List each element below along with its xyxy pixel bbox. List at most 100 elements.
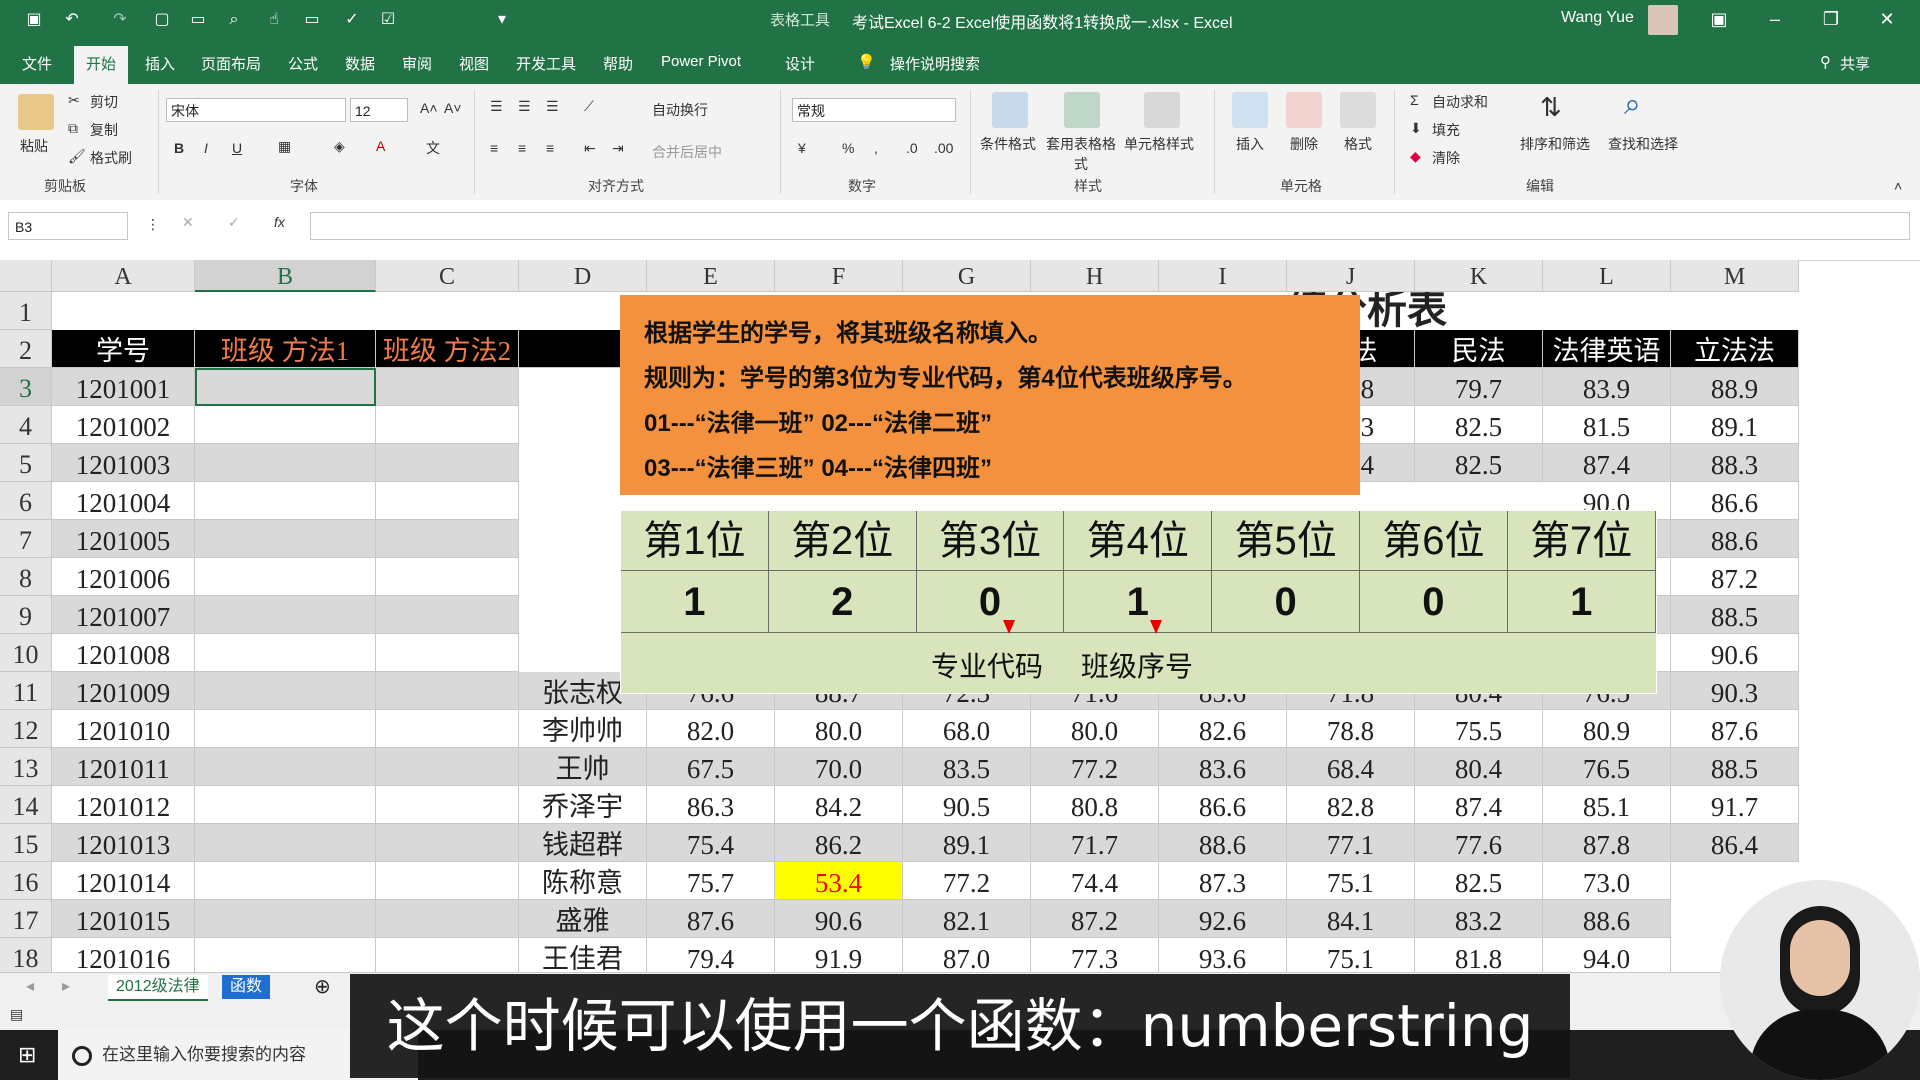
maximize-icon[interactable]: ❐ [1808, 0, 1854, 40]
border-icon[interactable]: ▦ [278, 138, 291, 155]
student-id-cell[interactable]: 1201008 [52, 634, 195, 672]
scroll-right-icon[interactable]: ▸ [54, 975, 78, 999]
check-icon[interactable]: ☑ [376, 8, 400, 32]
format-as-table-button[interactable]: 套用表格格式 [1046, 134, 1116, 174]
sheet-tab-function[interactable]: 函数 [222, 975, 271, 999]
class-method2-cell[interactable] [376, 748, 519, 786]
save-icon[interactable]: ▣ [22, 8, 46, 32]
fill-button[interactable]: 填充 [1432, 120, 1460, 140]
grow-font-icon[interactable]: A˄ [420, 100, 438, 116]
score-cell[interactable]: 77.6 [1415, 824, 1543, 862]
score-cell[interactable]: 77.3 [1031, 938, 1159, 972]
spell-icon[interactable]: ✓ [340, 8, 364, 32]
insert-function-button[interactable]: fx [274, 214, 285, 230]
student-id-cell[interactable]: 1201001 [52, 368, 195, 406]
score-cell[interactable]: 75.7 [647, 862, 775, 900]
merge-center-button[interactable]: 合并后居中 [652, 142, 722, 162]
tab-developer[interactable]: 开发工具 [516, 53, 576, 74]
score-cell[interactable]: 86.6 [1671, 482, 1799, 520]
class-method1-cell[interactable] [195, 710, 376, 748]
class-method2-cell[interactable] [376, 482, 519, 520]
class-method2-cell[interactable] [376, 368, 519, 406]
student-id-cell[interactable]: 1201002 [52, 406, 195, 444]
score-cell[interactable]: 73.0 [1543, 862, 1671, 900]
score-cell[interactable]: 80.9 [1543, 710, 1671, 748]
insert-cells-icon[interactable] [1232, 92, 1268, 128]
score-cell[interactable]: 82.8 [1287, 786, 1415, 824]
increase-indent-icon[interactable]: ⇥ [612, 140, 624, 157]
copy-icon[interactable]: ⧉ [68, 120, 78, 137]
format-cells-icon[interactable] [1340, 92, 1376, 128]
new-file-icon[interactable]: ▢ [150, 8, 174, 32]
class-method1-cell[interactable] [195, 520, 376, 558]
align-top-icon[interactable]: ☰ [490, 98, 503, 115]
eraser-icon[interactable]: ◆ [1410, 148, 1421, 165]
wrap-text-button[interactable]: 自动换行 [652, 100, 708, 120]
score-cell[interactable]: 80.8 [1031, 786, 1159, 824]
row-header-8[interactable]: 8 [0, 558, 52, 596]
score-cell[interactable]: 79.4 [647, 938, 775, 972]
cut-button[interactable]: 剪切 [90, 92, 118, 112]
clear-button[interactable]: 清除 [1432, 148, 1460, 168]
score-cell[interactable]: 88.6 [1159, 824, 1287, 862]
minimize-icon[interactable]: – [1752, 0, 1798, 40]
score-cell[interactable]: 77.2 [1031, 748, 1159, 786]
score-cell[interactable]: 70.0 [775, 748, 903, 786]
score-cell[interactable]: 90.6 [775, 900, 903, 938]
tab-home[interactable]: 开始 [74, 46, 129, 84]
score-cell[interactable]: 87.0 [903, 938, 1031, 972]
tab-power-pivot[interactable]: Power Pivot [661, 53, 741, 70]
windows-start-icon[interactable]: ⊞ [18, 1042, 36, 1068]
score-cell[interactable]: 87.6 [1671, 710, 1799, 748]
score-cell[interactable]: 90.5 [903, 786, 1031, 824]
class-method2-cell[interactable] [376, 786, 519, 824]
touch-mode-icon[interactable]: ☝ [262, 8, 286, 32]
tab-file[interactable]: 文件 [22, 53, 52, 74]
score-cell[interactable]: 84.1 [1287, 900, 1415, 938]
score-cell[interactable]: 80.4 [1415, 748, 1543, 786]
score-cell[interactable]: 83.2 [1415, 900, 1543, 938]
student-name-cell[interactable]: 陈称意 [519, 862, 647, 900]
score-cell[interactable]: 82.5 [1415, 444, 1543, 482]
header-K[interactable]: 民法 [1415, 330, 1543, 368]
bold-button[interactable]: B [174, 140, 184, 156]
sort-filter-button[interactable]: 排序和筛选 [1520, 134, 1590, 154]
row-header-2[interactable]: 2 [0, 330, 52, 368]
student-name-cell[interactable]: 王佳君 [519, 938, 647, 972]
number-format-select[interactable]: 常规 [792, 98, 956, 122]
decrease-decimal-icon[interactable]: .00 [934, 140, 953, 156]
header-L[interactable]: 法律英语 [1543, 330, 1671, 368]
class-method2-cell[interactable] [376, 520, 519, 558]
class-method2-cell[interactable] [376, 900, 519, 938]
shrink-font-icon[interactable]: A˅ [444, 100, 462, 116]
screen-icon[interactable]: ▭ [300, 8, 324, 32]
row-header-15[interactable]: 15 [0, 824, 52, 862]
open-icon[interactable]: ▭ [186, 8, 210, 32]
class-method1-cell[interactable] [195, 634, 376, 672]
column-header-H[interactable]: H [1031, 260, 1159, 292]
copy-button[interactable]: 复制 [90, 120, 118, 140]
find-select-button[interactable]: 查找和选择 [1608, 134, 1678, 154]
scroll-left-icon[interactable]: ◂ [18, 975, 42, 999]
score-cell[interactable]: 68.0 [903, 710, 1031, 748]
sort-filter-icon[interactable]: ⇅ [1540, 92, 1562, 123]
class-method2-cell[interactable] [376, 558, 519, 596]
column-header-C[interactable]: C [376, 260, 519, 292]
class-method2-cell[interactable] [376, 938, 519, 972]
active-cell-b3[interactable] [195, 368, 376, 406]
score-cell[interactable]: 75.1 [1287, 862, 1415, 900]
tab-view[interactable]: 视图 [459, 53, 489, 74]
row-header-11[interactable]: 11 [0, 672, 52, 710]
font-color-icon[interactable]: A [376, 138, 385, 154]
sigma-icon[interactable]: Σ [1410, 92, 1419, 108]
avatar[interactable] [1648, 5, 1678, 35]
score-cell[interactable]: 86.3 [647, 786, 775, 824]
print-preview-icon[interactable]: ⌕ [222, 8, 246, 32]
add-sheet-icon[interactable]: ⊕ [306, 975, 339, 999]
italic-button[interactable]: I [204, 140, 208, 156]
row-header-1[interactable]: 1 [0, 292, 52, 330]
row-header-12[interactable]: 12 [0, 710, 52, 748]
score-cell[interactable]: 87.6 [647, 900, 775, 938]
score-cell[interactable]: 90.3 [1671, 672, 1799, 710]
column-header-G[interactable]: G [903, 260, 1031, 292]
